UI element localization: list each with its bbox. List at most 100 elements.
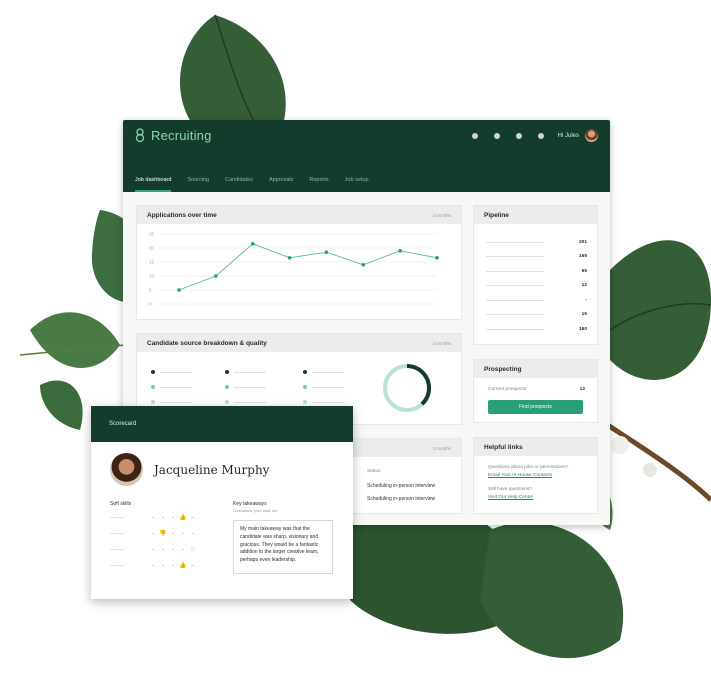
settings-icon[interactable]: [493, 132, 500, 139]
rating-dot[interactable]: •: [178, 547, 188, 552]
notifications-icon[interactable]: [515, 132, 522, 139]
prospecting-card: Prospecting Current prospects 12 Find pr…: [473, 359, 598, 423]
applications-card-header: Applications over time 3 months: [137, 206, 461, 224]
helpful-links-title: Helpful links: [484, 443, 523, 451]
rating-dot[interactable]: •: [158, 547, 168, 552]
legend-dot: [151, 400, 155, 404]
help-icon[interactable]: [537, 132, 544, 139]
pipeline-row[interactable]: -: [486, 295, 587, 305]
interview-status-range[interactable]: 3 months: [432, 446, 451, 451]
search-icon[interactable]: [471, 132, 478, 139]
applications-range[interactable]: 3 months: [432, 213, 451, 218]
star-icon[interactable]: ☆: [188, 545, 198, 553]
legend-dot: [151, 370, 155, 374]
rating-dot[interactable]: •: [148, 531, 158, 536]
tab-candidates[interactable]: Candidates: [225, 177, 253, 192]
rating-dot[interactable]: •: [168, 563, 178, 568]
data-point[interactable]: [398, 249, 402, 253]
applications-series-line: [178, 243, 438, 291]
prospects-count: 12: [579, 387, 585, 392]
soft-skills-label: Soft skills: [110, 501, 132, 507]
data-point[interactable]: [214, 274, 218, 278]
pipeline-title: Pipeline: [484, 211, 509, 219]
candidate-name: Jacqueline Murphy: [154, 463, 270, 477]
leaf-right: [609, 240, 711, 380]
legend-dot: [151, 385, 155, 389]
legend-dot: [303, 370, 307, 374]
source-breakdown-range[interactable]: 3 months: [432, 341, 451, 346]
pipeline-row[interactable]: 15: [486, 309, 587, 319]
brand[interactable]: Recruiting: [135, 127, 212, 143]
data-point[interactable]: [324, 250, 329, 254]
key-takeaways-subtitle: Conclusions, pros, cons, etc.: [233, 509, 278, 513]
source-legend-col-3: [303, 370, 353, 404]
tab-sourcing[interactable]: Sourcing: [187, 177, 209, 192]
rating-dot[interactable]: •: [168, 547, 178, 552]
rating-dot[interactable]: •: [168, 531, 178, 536]
pipeline-row[interactable]: 65: [486, 266, 587, 276]
tab-job-dashboard[interactable]: Job dashboard: [135, 177, 172, 192]
y-tick-label: 15: [149, 260, 155, 265]
legend-dot: [225, 370, 229, 374]
applications-title: Applications over time: [147, 211, 217, 219]
legend-dot: [303, 400, 307, 404]
data-point[interactable]: [250, 242, 255, 246]
data-point[interactable]: [435, 256, 439, 260]
top-navigation-bar: Recruiting Hi Jules Job dashboard Sourci…: [123, 120, 610, 192]
helpful-links-header: Helpful links: [474, 438, 597, 456]
legend-dot: [225, 400, 229, 404]
scorecard-panel: Scorecard Jacqueline Murphy Soft skills …: [91, 406, 353, 599]
legend-dot: [303, 385, 307, 389]
candidate-avatar: [110, 453, 143, 486]
rating-dot[interactable]: •: [168, 515, 178, 520]
scorecard-header: Scorecard: [91, 406, 353, 442]
source-breakdown-title: Candidate source breakdown & quality: [147, 339, 267, 347]
rating-dot[interactable]: •: [148, 563, 158, 568]
rating-dot[interactable]: •: [188, 515, 198, 520]
help-center-link[interactable]: Visit Our Help Center: [488, 495, 533, 500]
pipeline-row[interactable]: 160: [486, 324, 587, 334]
data-point[interactable]: [287, 256, 292, 260]
status-row[interactable]: Scheduling in-person interview: [367, 496, 435, 502]
skill-rating-row: • 👎 • • •: [110, 529, 212, 537]
rating-dot[interactable]: •: [188, 563, 198, 568]
thumbs-down-icon[interactable]: 👎: [158, 530, 168, 537]
skill-rating-row: • • • • ☆: [110, 545, 212, 553]
find-prospects-button[interactable]: Find prospects: [488, 400, 583, 414]
skill-rating-row: • • • 👍 •: [110, 513, 212, 521]
thumbs-up-icon[interactable]: 👍: [178, 514, 188, 521]
rating-dot[interactable]: •: [158, 515, 168, 520]
status-row[interactable]: Scheduling in-person interview: [367, 483, 435, 489]
key-takeaways-label: Key takeaways: [233, 501, 267, 507]
tab-job-setup[interactable]: Job setup: [345, 177, 369, 192]
email-contacts-link[interactable]: Email Your In-House Contacts: [488, 473, 552, 478]
data-point[interactable]: [361, 263, 366, 267]
pipeline-row[interactable]: 165: [486, 251, 587, 261]
prospects-label: Current prospects: [488, 387, 527, 392]
help-question-permissions: Questions about jobs or permissions?: [488, 465, 569, 470]
user-avatar[interactable]: [585, 129, 598, 142]
skill-rating-row: • • • 👍 •: [110, 561, 212, 569]
pipeline-row[interactable]: 201: [486, 237, 587, 247]
applications-card: Applications over time 3 months 0 5 10 15 20…: [136, 205, 462, 320]
thumbs-up-icon[interactable]: 👍: [178, 562, 188, 569]
pipeline-row[interactable]: 12: [486, 280, 587, 290]
y-tick-label: 20: [149, 246, 155, 251]
prospecting-title: Prospecting: [484, 365, 522, 373]
rating-dot[interactable]: •: [178, 531, 188, 536]
applications-line-chart: 0 5 10 15 20 25: [149, 232, 439, 307]
legend-dot: [225, 385, 229, 389]
rating-dot[interactable]: •: [158, 563, 168, 568]
prospecting-header: Prospecting: [474, 360, 597, 378]
top-actions: Hi Jules: [456, 129, 598, 142]
key-takeaways-textarea[interactable]: My main takeaway was that the candidate …: [233, 520, 333, 574]
tab-approvals[interactable]: Approvals: [269, 177, 293, 192]
user-greeting[interactable]: Hi Jules: [558, 133, 579, 139]
data-point[interactable]: [177, 288, 181, 292]
tab-reports[interactable]: Reports: [309, 177, 328, 192]
rating-dot[interactable]: •: [148, 547, 158, 552]
prospects-row: Current prospects 12: [488, 387, 585, 392]
status-column-header: Status: [367, 469, 381, 474]
rating-dot[interactable]: •: [188, 531, 198, 536]
rating-dot[interactable]: •: [148, 515, 158, 520]
